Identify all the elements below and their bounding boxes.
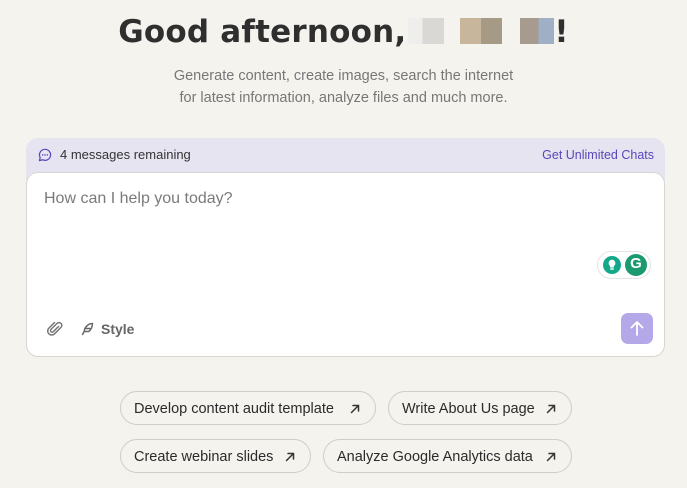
subtitle-line: Generate content, create images, search … [173,68,514,84]
subtitle-line: for latest information, analyze files an… [179,90,508,106]
send-button[interactable] [621,313,653,344]
suggestion-chip[interactable]: Analyze Google Analytics data [323,439,572,473]
arrow-up-right-icon [546,404,556,414]
quota-bar: 4 messages remaining Get Unlimited Chats [26,138,665,172]
chat-composer: 4 messages remaining Get Unlimited Chats… [26,138,665,357]
grammarly-widget[interactable]: G [598,252,650,278]
redacted-name-part [460,17,503,44]
chat-bubble-icon [38,148,52,162]
suggestion-label: Create webinar slides [134,449,274,465]
suggestion-chip[interactable]: Create webinar slides [120,439,311,473]
subtitle: Generate content, create images, search … [0,65,687,109]
paperclip-icon[interactable] [47,320,63,338]
feather-icon [81,322,94,336]
grammarly-letter: G [630,255,642,272]
suggestion-label: Write About Us page [402,401,535,417]
greeting-suffix: ! [554,14,569,50]
redacted-name-part [408,17,445,44]
suggestion-chip[interactable]: Write About Us page [388,391,572,425]
messages-remaining: 4 messages remaining [60,147,191,162]
grammarly-icon[interactable]: G [625,254,647,276]
redacted-name-part [520,17,555,44]
arrow-up-icon [630,321,644,336]
prompt-placeholder[interactable]: How can I help you today? [44,190,233,208]
suggestion-label: Develop content audit template [134,401,334,417]
get-unlimited-link[interactable]: Get Unlimited Chats [542,148,654,162]
greeting-text: Good afternoon, [118,14,407,50]
suggestion-label: Analyze Google Analytics data [337,449,533,465]
prompt-input[interactable]: How can I help you today? G Style [26,172,665,357]
greeting-heading: Good afternoon,! [0,14,687,50]
arrow-up-right-icon [350,404,360,414]
arrow-up-right-icon [546,452,556,462]
suggestion-chip[interactable]: Develop content audit template [120,391,376,425]
lightbulb-icon[interactable] [603,256,621,274]
arrow-up-right-icon [285,452,295,462]
style-label: Style [101,321,135,337]
